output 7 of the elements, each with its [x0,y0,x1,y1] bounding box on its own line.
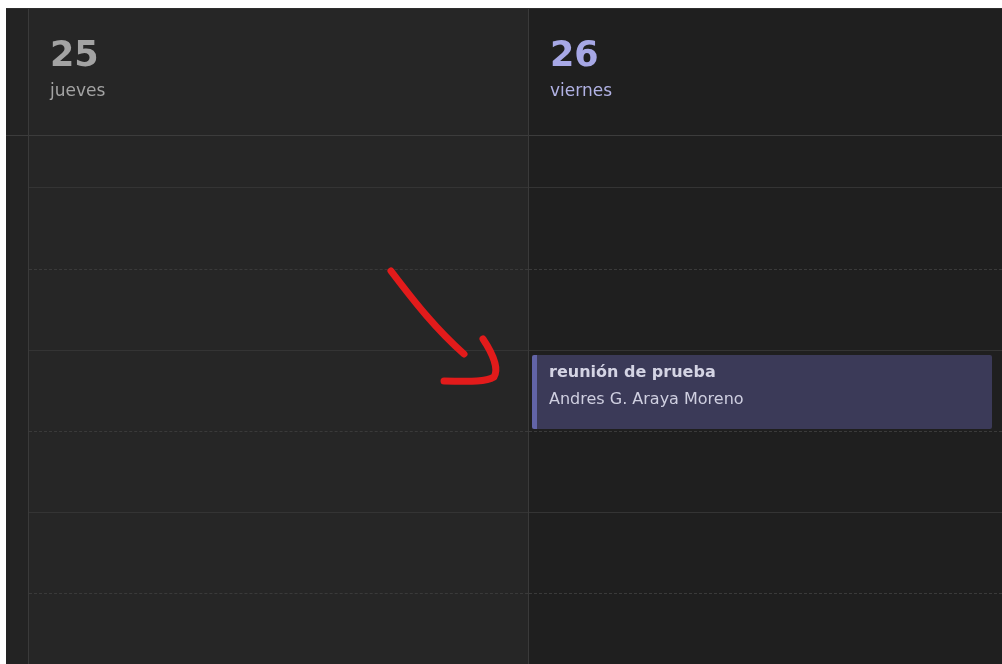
day-number[interactable]: 26 [550,33,599,75]
event-title: reunión de prueba [549,362,716,381]
weekday-label: viernes [550,79,613,101]
event-organizer: Andres G. Araya Moreno [549,389,744,408]
day-number[interactable]: 25 [50,33,99,75]
calendar-event[interactable]: reunión de prueba Andres G. Araya Moreno [532,355,992,429]
weekday-label: jueves [50,79,106,101]
